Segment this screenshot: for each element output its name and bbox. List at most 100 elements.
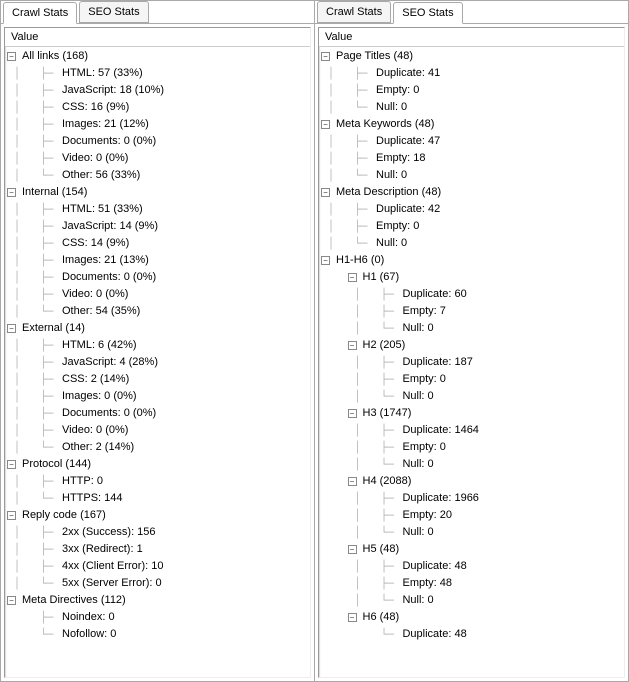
- collapse-icon[interactable]: −: [321, 256, 330, 265]
- collapse-icon[interactable]: −: [7, 596, 16, 605]
- tree-leaf[interactable]: │ ├─ HTML: 51 (33%): [7, 201, 308, 218]
- tree-branch[interactable]: −H2 (205): [321, 337, 622, 354]
- tree-branch[interactable]: −Protocol (144): [7, 456, 308, 473]
- tree-leaf[interactable]: ├─ Noindex: 0: [7, 609, 308, 626]
- collapse-icon[interactable]: −: [321, 120, 330, 129]
- tree-branch[interactable]: −External (14): [7, 320, 308, 337]
- tree-leaf[interactable]: │ ├─ Video: 0 (0%): [7, 150, 308, 167]
- tab-crawl-stats[interactable]: Crawl Stats: [3, 2, 77, 24]
- tree-leaf[interactable]: │ ├─ CSS: 14 (9%): [7, 235, 308, 252]
- collapse-icon[interactable]: −: [348, 477, 357, 486]
- tree-leaf[interactable]: │ ├─ Documents: 0 (0%): [7, 269, 308, 286]
- tree-leaf[interactable]: │ └─ Null: 0: [321, 167, 622, 184]
- tree-leaf[interactable]: └─ Nofollow: 0: [7, 626, 308, 643]
- tree-leaf[interactable]: │ ├─ Empty: 7: [321, 303, 622, 320]
- tree-leaf[interactable]: │ ├─ Documents: 0 (0%): [7, 405, 308, 422]
- tree-leaf[interactable]: │ ├─ Empty: 0: [321, 218, 622, 235]
- tree-guide: │: [7, 388, 34, 405]
- tree-branch[interactable]: −Reply code (167): [7, 507, 308, 524]
- tree-leaf[interactable]: │ ├─ JavaScript: 18 (10%): [7, 82, 308, 99]
- tree-leaf[interactable]: │ └─ Null: 0: [321, 320, 622, 337]
- collapse-icon[interactable]: −: [321, 52, 330, 61]
- tree-leaf[interactable]: │ ├─ HTTP: 0: [7, 473, 308, 490]
- tree-leaf[interactable]: │ ├─ Empty: 0: [321, 371, 622, 388]
- collapse-icon[interactable]: −: [348, 273, 357, 282]
- tree-leaf[interactable]: │ ├─ 4xx (Client Error): 10: [7, 558, 308, 575]
- tab-seo-stats[interactable]: SEO Stats: [79, 1, 148, 23]
- tree-leaf[interactable]: │ └─ Other: 54 (35%): [7, 303, 308, 320]
- tree-leaf[interactable]: │ └─ HTTPS: 144: [7, 490, 308, 507]
- tree-leaf[interactable]: │ ├─ JavaScript: 4 (28%): [7, 354, 308, 371]
- tree-branch[interactable]: −H6 (48): [321, 609, 622, 626]
- column-header[interactable]: Value: [5, 28, 310, 47]
- tree-leaf[interactable]: │ ├─ Duplicate: 42: [321, 201, 622, 218]
- tree-leaf[interactable]: │ └─ Null: 0: [321, 235, 622, 252]
- collapse-icon[interactable]: −: [7, 460, 16, 469]
- tree-leaf[interactable]: │ ├─ Duplicate: 47: [321, 133, 622, 150]
- tree-branch[interactable]: −H3 (1747): [321, 405, 622, 422]
- tree-leaf[interactable]: │ └─ 5xx (Server Error): 0: [7, 575, 308, 592]
- tree-leaf[interactable]: │ ├─ Empty: 48: [321, 575, 622, 592]
- collapse-icon[interactable]: −: [348, 409, 357, 418]
- tree-leaf[interactable]: │ ├─ HTML: 57 (33%): [7, 65, 308, 82]
- tree-guide: │: [7, 575, 34, 592]
- tree-branch[interactable]: −Internal (154): [7, 184, 308, 201]
- collapse-icon[interactable]: −: [348, 341, 357, 350]
- tree-leaf[interactable]: │ └─ Other: 56 (33%): [7, 167, 308, 184]
- tree-branch[interactable]: −Meta Description (48): [321, 184, 622, 201]
- tree-leaf[interactable]: │ ├─ CSS: 16 (9%): [7, 99, 308, 116]
- tree-branch[interactable]: −H1-H6 (0): [321, 252, 622, 269]
- tree-leaf[interactable]: │ ├─ Empty: 20: [321, 507, 622, 524]
- tree-leaf[interactable]: │ ├─ Empty: 18: [321, 150, 622, 167]
- tree-leaf[interactable]: │ ├─ Video: 0 (0%): [7, 286, 308, 303]
- tree-leaf[interactable]: └─ Duplicate: 48: [321, 626, 622, 643]
- tree-leaf[interactable]: │ ├─ Duplicate: 60: [321, 286, 622, 303]
- collapse-icon[interactable]: −: [7, 52, 16, 61]
- tree-leaf[interactable]: │ ├─ Duplicate: 41: [321, 65, 622, 82]
- crawl-tree[interactable]: −All links (168) │ ├─ HTML: 57 (33%) │ ├…: [5, 47, 310, 677]
- tree-branch[interactable]: −All links (168): [7, 48, 308, 65]
- tree-leaf[interactable]: │ └─ Other: 2 (14%): [7, 439, 308, 456]
- tree-leaf[interactable]: │ ├─ Duplicate: 1966: [321, 490, 622, 507]
- collapse-icon[interactable]: −: [7, 511, 16, 520]
- tree-leaf[interactable]: │ ├─ Images: 0 (0%): [7, 388, 308, 405]
- tree-leaf[interactable]: │ ├─ HTML: 6 (42%): [7, 337, 308, 354]
- tree-leaf[interactable]: │ └─ Null: 0: [321, 524, 622, 541]
- tab-seo-stats[interactable]: SEO Stats: [393, 2, 462, 24]
- tree-branch[interactable]: −Meta Directives (112): [7, 592, 308, 609]
- tree-item-label: Other: 2 (14%): [60, 439, 134, 456]
- tree-guide: │: [7, 116, 34, 133]
- tree-leaf[interactable]: │ └─ Null: 0: [321, 388, 622, 405]
- tree-leaf[interactable]: │ └─ Null: 0: [321, 592, 622, 609]
- tree-leaf[interactable]: │ ├─ Empty: 0: [321, 82, 622, 99]
- tree-connector-icon: └─: [374, 388, 401, 405]
- tree-branch[interactable]: −Meta Keywords (48): [321, 116, 622, 133]
- tree-branch[interactable]: −H1 (67): [321, 269, 622, 286]
- tree-leaf[interactable]: │ ├─ Duplicate: 187: [321, 354, 622, 371]
- collapse-icon[interactable]: −: [7, 188, 16, 197]
- tree-leaf[interactable]: │ └─ Null: 0: [321, 456, 622, 473]
- collapse-icon[interactable]: −: [348, 613, 357, 622]
- tree-leaf[interactable]: │ ├─ Duplicate: 48: [321, 558, 622, 575]
- left-panel: Crawl Stats SEO Stats Value −All links (…: [1, 1, 315, 681]
- collapse-icon[interactable]: −: [348, 545, 357, 554]
- seo-tree[interactable]: −Page Titles (48) │ ├─ Duplicate: 41 │ ├…: [319, 47, 624, 677]
- tree-leaf[interactable]: │ ├─ 3xx (Redirect): 1: [7, 541, 308, 558]
- tree-leaf[interactable]: │ ├─ Empty: 0: [321, 439, 622, 456]
- tree-branch[interactable]: −H4 (2088): [321, 473, 622, 490]
- tree-leaf[interactable]: │ ├─ Documents: 0 (0%): [7, 133, 308, 150]
- tree-branch[interactable]: −H5 (48): [321, 541, 622, 558]
- tree-leaf[interactable]: │ └─ Null: 0: [321, 99, 622, 116]
- tree-leaf[interactable]: │ ├─ Duplicate: 1464: [321, 422, 622, 439]
- tree-leaf[interactable]: │ ├─ Images: 21 (12%): [7, 116, 308, 133]
- tree-branch[interactable]: −Page Titles (48): [321, 48, 622, 65]
- column-header[interactable]: Value: [319, 28, 624, 47]
- tree-leaf[interactable]: │ ├─ JavaScript: 14 (9%): [7, 218, 308, 235]
- collapse-icon[interactable]: −: [7, 324, 16, 333]
- tree-leaf[interactable]: │ ├─ 2xx (Success): 156: [7, 524, 308, 541]
- tree-leaf[interactable]: │ ├─ CSS: 2 (14%): [7, 371, 308, 388]
- tree-leaf[interactable]: │ ├─ Video: 0 (0%): [7, 422, 308, 439]
- collapse-icon[interactable]: −: [321, 188, 330, 197]
- tab-crawl-stats[interactable]: Crawl Stats: [317, 1, 391, 23]
- tree-leaf[interactable]: │ ├─ Images: 21 (13%): [7, 252, 308, 269]
